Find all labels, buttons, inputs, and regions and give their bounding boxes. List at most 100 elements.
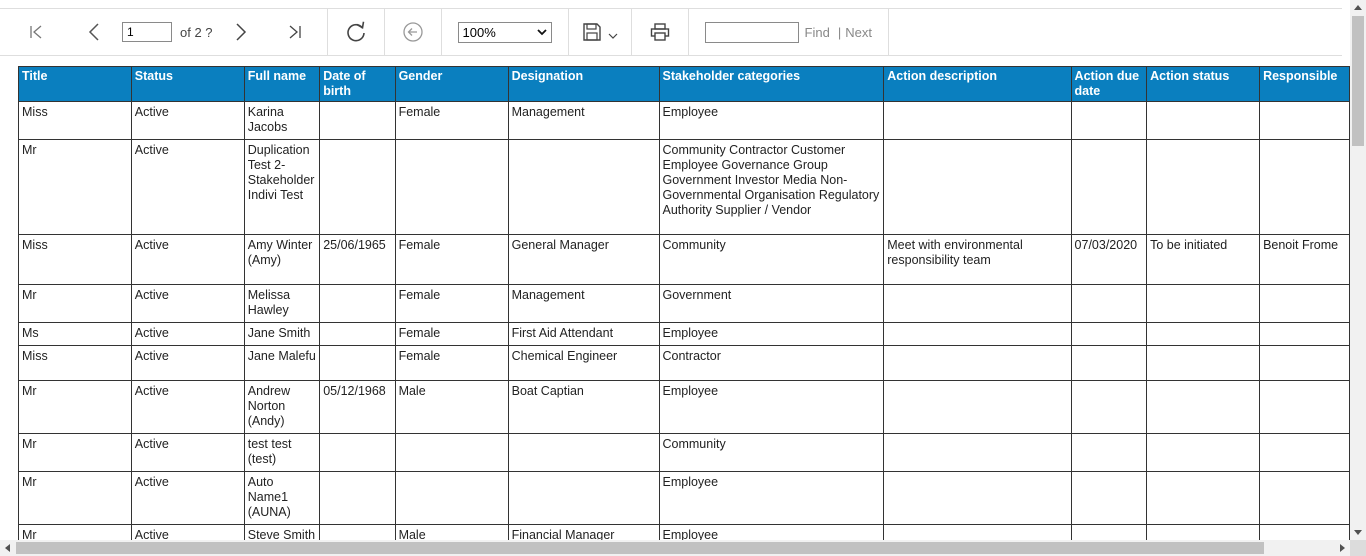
table-cell: Female [394,101,509,140]
column-header: Status [130,66,245,102]
column-header: Responsible [1259,66,1350,102]
zoom-select[interactable]: 100% [457,21,552,43]
report-toolbar: of 2 ? 100% Find | [0,8,1342,56]
table-cell: Active [130,345,245,381]
table-cell [1259,471,1350,525]
table-cell [883,471,1072,525]
table-row: Mr Active Melissa Hawley Female Management Go… [18,284,1350,323]
print-button[interactable] [632,9,688,55]
table-cell: Active [130,524,245,540]
column-header: Date of birth [319,66,396,102]
table-cell: Mr [18,471,132,525]
table-cell [1259,345,1350,381]
export-group [569,9,632,55]
table-cell [1070,524,1148,540]
table-cell: Active [130,234,245,285]
table-cell: Boat Captian [507,380,660,434]
table-cell [319,139,396,235]
table-cell: Active [130,433,245,472]
horizontal-scroll-thumb[interactable] [16,542,1264,554]
back-to-parent-button[interactable] [385,9,441,55]
table-cell [883,345,1072,381]
table-cell [1070,284,1148,323]
table-cell: Meet with environmental responsibility t… [883,234,1072,285]
table-row: Mr Active Duplication Test 2-Stakeholder I… [18,139,1350,235]
table-cell [319,471,396,525]
table-cell: Ms [18,322,132,346]
column-header: Action description [883,66,1072,102]
vertical-scrollbar[interactable] [1350,0,1366,540]
next-page-button[interactable] [217,9,263,55]
scroll-up-icon[interactable] [1354,5,1362,10]
table-cell: Mr [18,284,132,323]
table-cell: test test (test) [243,433,321,472]
table-cell: Active [130,284,245,323]
table-cell: Male [394,524,509,540]
table-cell [1146,471,1261,525]
table-cell: Benoit Frome [1259,234,1350,285]
refresh-button[interactable] [328,9,384,55]
page-number-input[interactable] [122,22,172,42]
table-cell [1146,139,1261,235]
table-cell [1259,101,1350,140]
table-cell: Mr [18,433,132,472]
find-separator: | [837,24,842,40]
first-page-icon [30,25,42,39]
table-cell [1259,433,1350,472]
table-cell: Melissa Hawley [243,284,321,323]
find-next-button[interactable]: Next [845,25,872,40]
table-cell: Employee [658,380,885,434]
column-header: Action status [1146,66,1261,102]
table-cell [319,345,396,381]
table-cell: General Manager [507,234,660,285]
table-cell [394,139,509,235]
table-cell [507,139,660,235]
table-row: Ms Active Jane Smith Female First Aid Attend… [18,322,1350,346]
navigation-group: of 2 ? [0,9,328,55]
first-page-button[interactable] [0,9,72,55]
chevron-down-icon [536,28,547,35]
export-button[interactable] [569,9,631,55]
table-cell [883,101,1072,140]
table-cell [1146,380,1261,434]
table-cell: Employee [658,101,885,140]
table-cell [319,322,396,346]
table-row: Miss Active Jane Malefu Female Chemical Engi… [18,345,1350,381]
table-cell [1070,433,1148,472]
table-cell: Female [394,284,509,323]
find-input[interactable] [704,21,799,43]
table-cell [1070,139,1148,235]
table-row: Miss Active Amy Winter (Amy) 25/06/1965 Fema… [18,234,1350,285]
horizontal-scrollbar[interactable] [0,540,1350,556]
back-group [385,9,442,55]
table-cell [1259,322,1350,346]
table-cell: Andrew Norton (Andy) [243,380,321,434]
table-cell [1146,433,1261,472]
table-body: Miss Active Karina Jacobs Female Management E… [18,101,1350,540]
scroll-down-icon[interactable] [1354,530,1362,535]
table-cell: Amy Winter (Amy) [243,234,321,285]
table-row: Mr Active Auto Name1 (AUNA) Employee [18,471,1350,525]
table-cell [1259,380,1350,434]
table-cell [883,284,1072,323]
table-cell: Community [658,433,885,472]
table-cell: Male [394,380,509,434]
find-button[interactable]: Find [805,25,830,40]
chevron-left-icon [88,23,99,41]
scroll-right-icon[interactable] [1340,544,1345,552]
table-cell [507,433,660,472]
table-cell [319,101,396,140]
vertical-scroll-thumb[interactable] [1352,16,1364,146]
table-cell: Employee [658,471,885,525]
print-icon [650,23,669,41]
table-cell: Duplication Test 2-Stakeholder Indivi Te… [243,139,321,235]
table-cell [507,471,660,525]
table-cell [1146,524,1261,540]
table-cell: First Aid Attendant [507,322,660,346]
table-cell [1146,322,1261,346]
scroll-left-icon[interactable] [5,544,10,552]
previous-page-button[interactable] [72,9,118,55]
chevron-down-icon [608,33,617,39]
last-page-button[interactable] [263,9,327,55]
table-cell [883,433,1072,472]
